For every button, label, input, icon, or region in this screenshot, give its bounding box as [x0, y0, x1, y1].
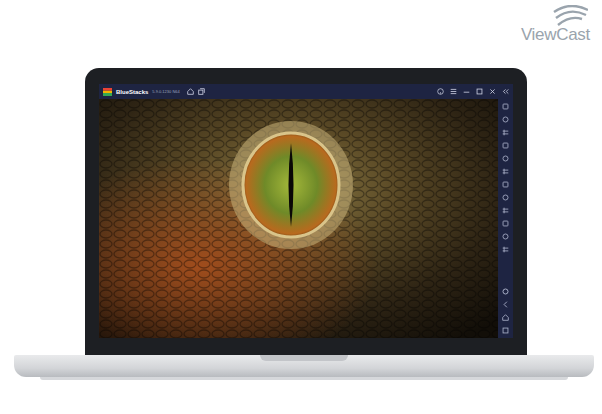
gamepad-icon[interactable]: [502, 194, 509, 201]
title-bar: BlueStacks 5.9.0.1230 N64: [99, 84, 513, 99]
brand-name: ViewCast: [521, 25, 590, 45]
version-label: 5.9.0.1230 N64: [152, 89, 179, 94]
window-title: BlueStacks: [116, 89, 148, 95]
laptop-notch: [260, 355, 348, 361]
kbd-icon[interactable]: [502, 142, 509, 149]
recent-icon[interactable]: [502, 327, 509, 334]
collapse-icon[interactable]: [502, 88, 509, 95]
full-icon[interactable]: [502, 103, 509, 110]
menu-icon[interactable]: [450, 88, 457, 95]
viewcast-logo: ViewCast: [521, 5, 590, 45]
minimize-icon[interactable]: [463, 88, 470, 95]
app-window: BlueStacks 5.9.0.1230 N64: [99, 84, 513, 338]
base-shadow: [40, 377, 568, 380]
laptop: BlueStacks 5.9.0.1230 N64: [0, 68, 602, 380]
page: ViewCast BlueStacks 5.9.0.1230 N64: [0, 0, 602, 414]
home-icon[interactable]: [502, 314, 509, 321]
header: ViewCast: [0, 0, 602, 50]
bluestacks-logo-icon: [103, 88, 112, 96]
help-icon[interactable]: [437, 88, 444, 95]
dragon-eye-icon: [99, 99, 498, 338]
folder-icon[interactable]: [502, 246, 509, 253]
back-icon[interactable]: [502, 301, 509, 308]
gear-icon[interactable]: [502, 288, 509, 295]
shot-icon[interactable]: [502, 220, 509, 227]
side-toolbar: [498, 99, 513, 338]
cam-icon[interactable]: [502, 155, 509, 162]
close-icon[interactable]: [489, 88, 496, 95]
tabs-icon[interactable]: [198, 88, 205, 95]
laptop-base: [14, 355, 594, 377]
photo: [99, 99, 498, 338]
vol-icon[interactable]: [502, 116, 509, 123]
signal-wave-icon: [548, 5, 588, 27]
apk-icon[interactable]: [502, 207, 509, 214]
rot-icon[interactable]: [502, 168, 509, 175]
rec-icon[interactable]: [502, 233, 509, 240]
shake-icon[interactable]: [502, 181, 509, 188]
home-icon[interactable]: [187, 88, 194, 95]
laptop-screen: BlueStacks 5.9.0.1230 N64: [85, 68, 527, 358]
maximize-icon[interactable]: [476, 88, 483, 95]
app-body: [99, 99, 513, 338]
vol-icon[interactable]: [502, 129, 509, 136]
